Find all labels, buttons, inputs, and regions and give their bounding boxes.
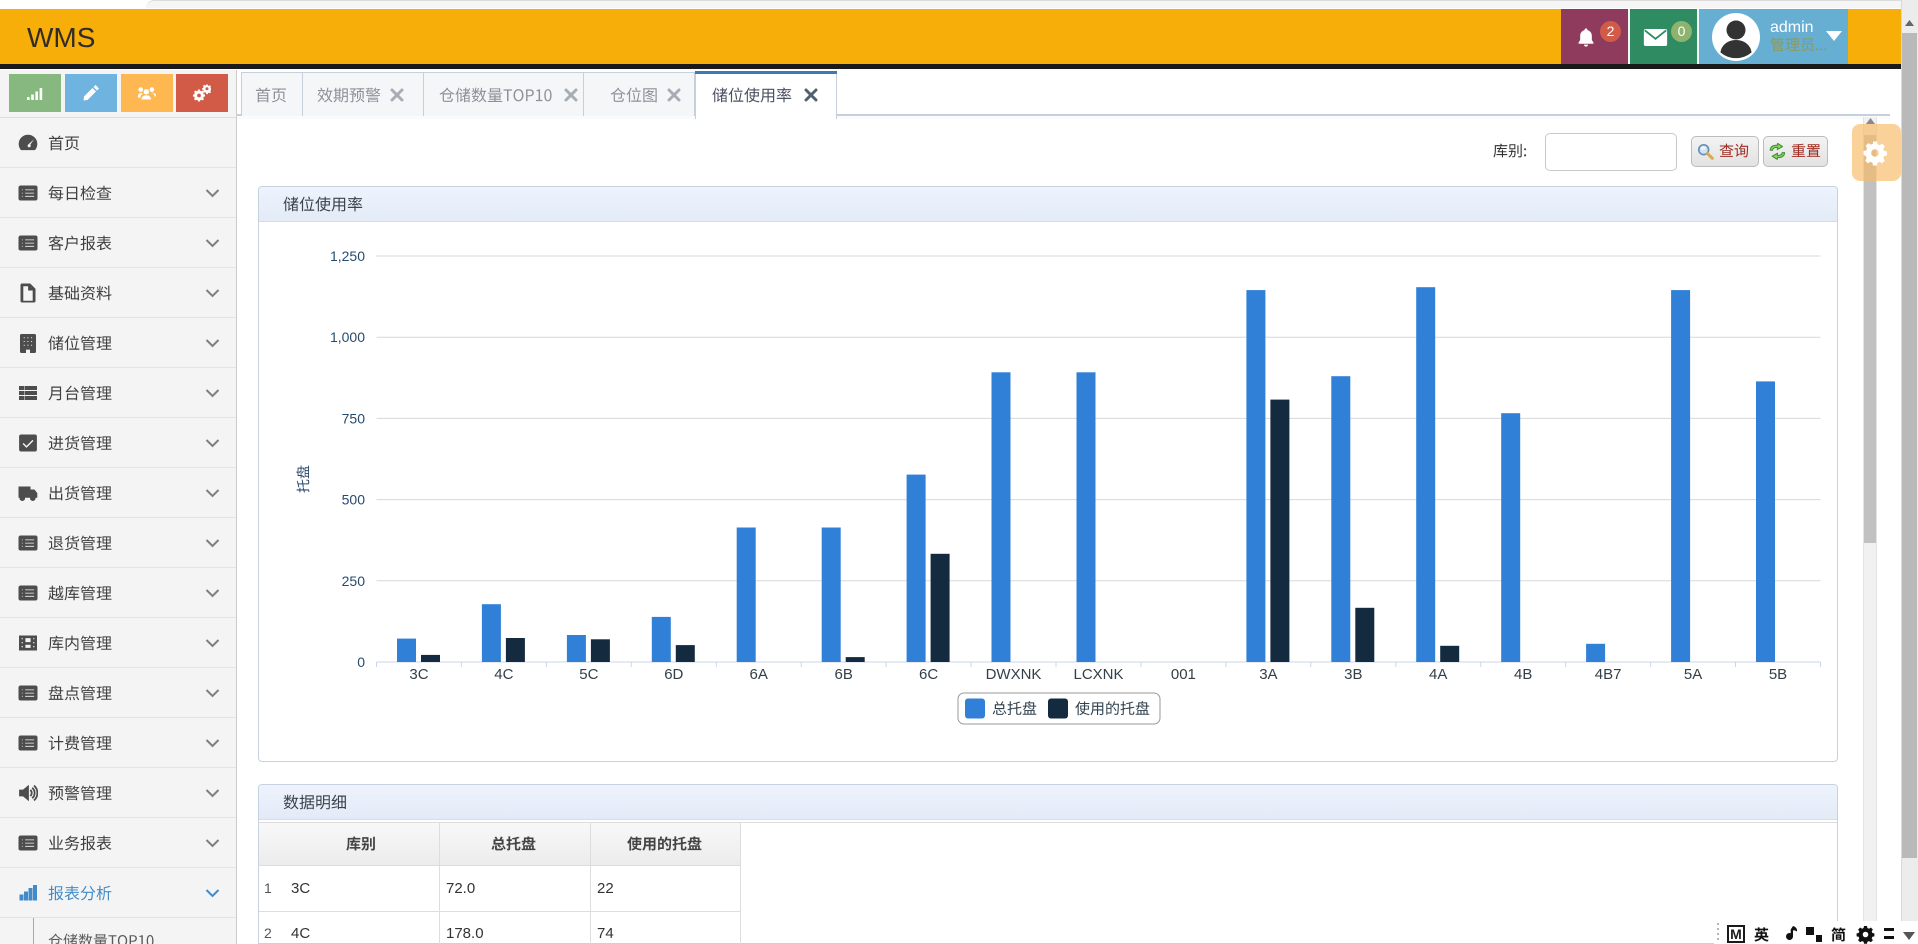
svg-text:3C: 3C xyxy=(409,666,428,683)
svg-text:5B: 5B xyxy=(1769,666,1787,683)
svg-text:5A: 5A xyxy=(1684,666,1702,683)
svg-text:1,250: 1,250 xyxy=(330,248,365,264)
svg-text:DWXNK: DWXNK xyxy=(986,666,1042,683)
svg-text:6C: 6C xyxy=(919,666,938,683)
svg-text:500: 500 xyxy=(342,492,366,508)
svg-text:6A: 6A xyxy=(750,666,768,683)
svg-text:1,000: 1,000 xyxy=(330,329,365,345)
svg-text:4C: 4C xyxy=(494,666,513,683)
svg-text:LCXNK: LCXNK xyxy=(1073,666,1123,683)
svg-text:6D: 6D xyxy=(664,666,683,683)
svg-text:250: 250 xyxy=(342,573,366,589)
svg-text:5C: 5C xyxy=(579,666,598,683)
svg-text:750: 750 xyxy=(342,410,366,426)
svg-text:4B: 4B xyxy=(1514,666,1532,683)
svg-text:6B: 6B xyxy=(835,666,853,683)
svg-text:001: 001 xyxy=(1171,666,1196,683)
svg-text:4A: 4A xyxy=(1429,666,1447,683)
svg-text:0: 0 xyxy=(357,654,365,670)
svg-text:3A: 3A xyxy=(1259,666,1277,683)
svg-text:4B7: 4B7 xyxy=(1595,666,1622,683)
svg-text:3B: 3B xyxy=(1344,666,1362,683)
